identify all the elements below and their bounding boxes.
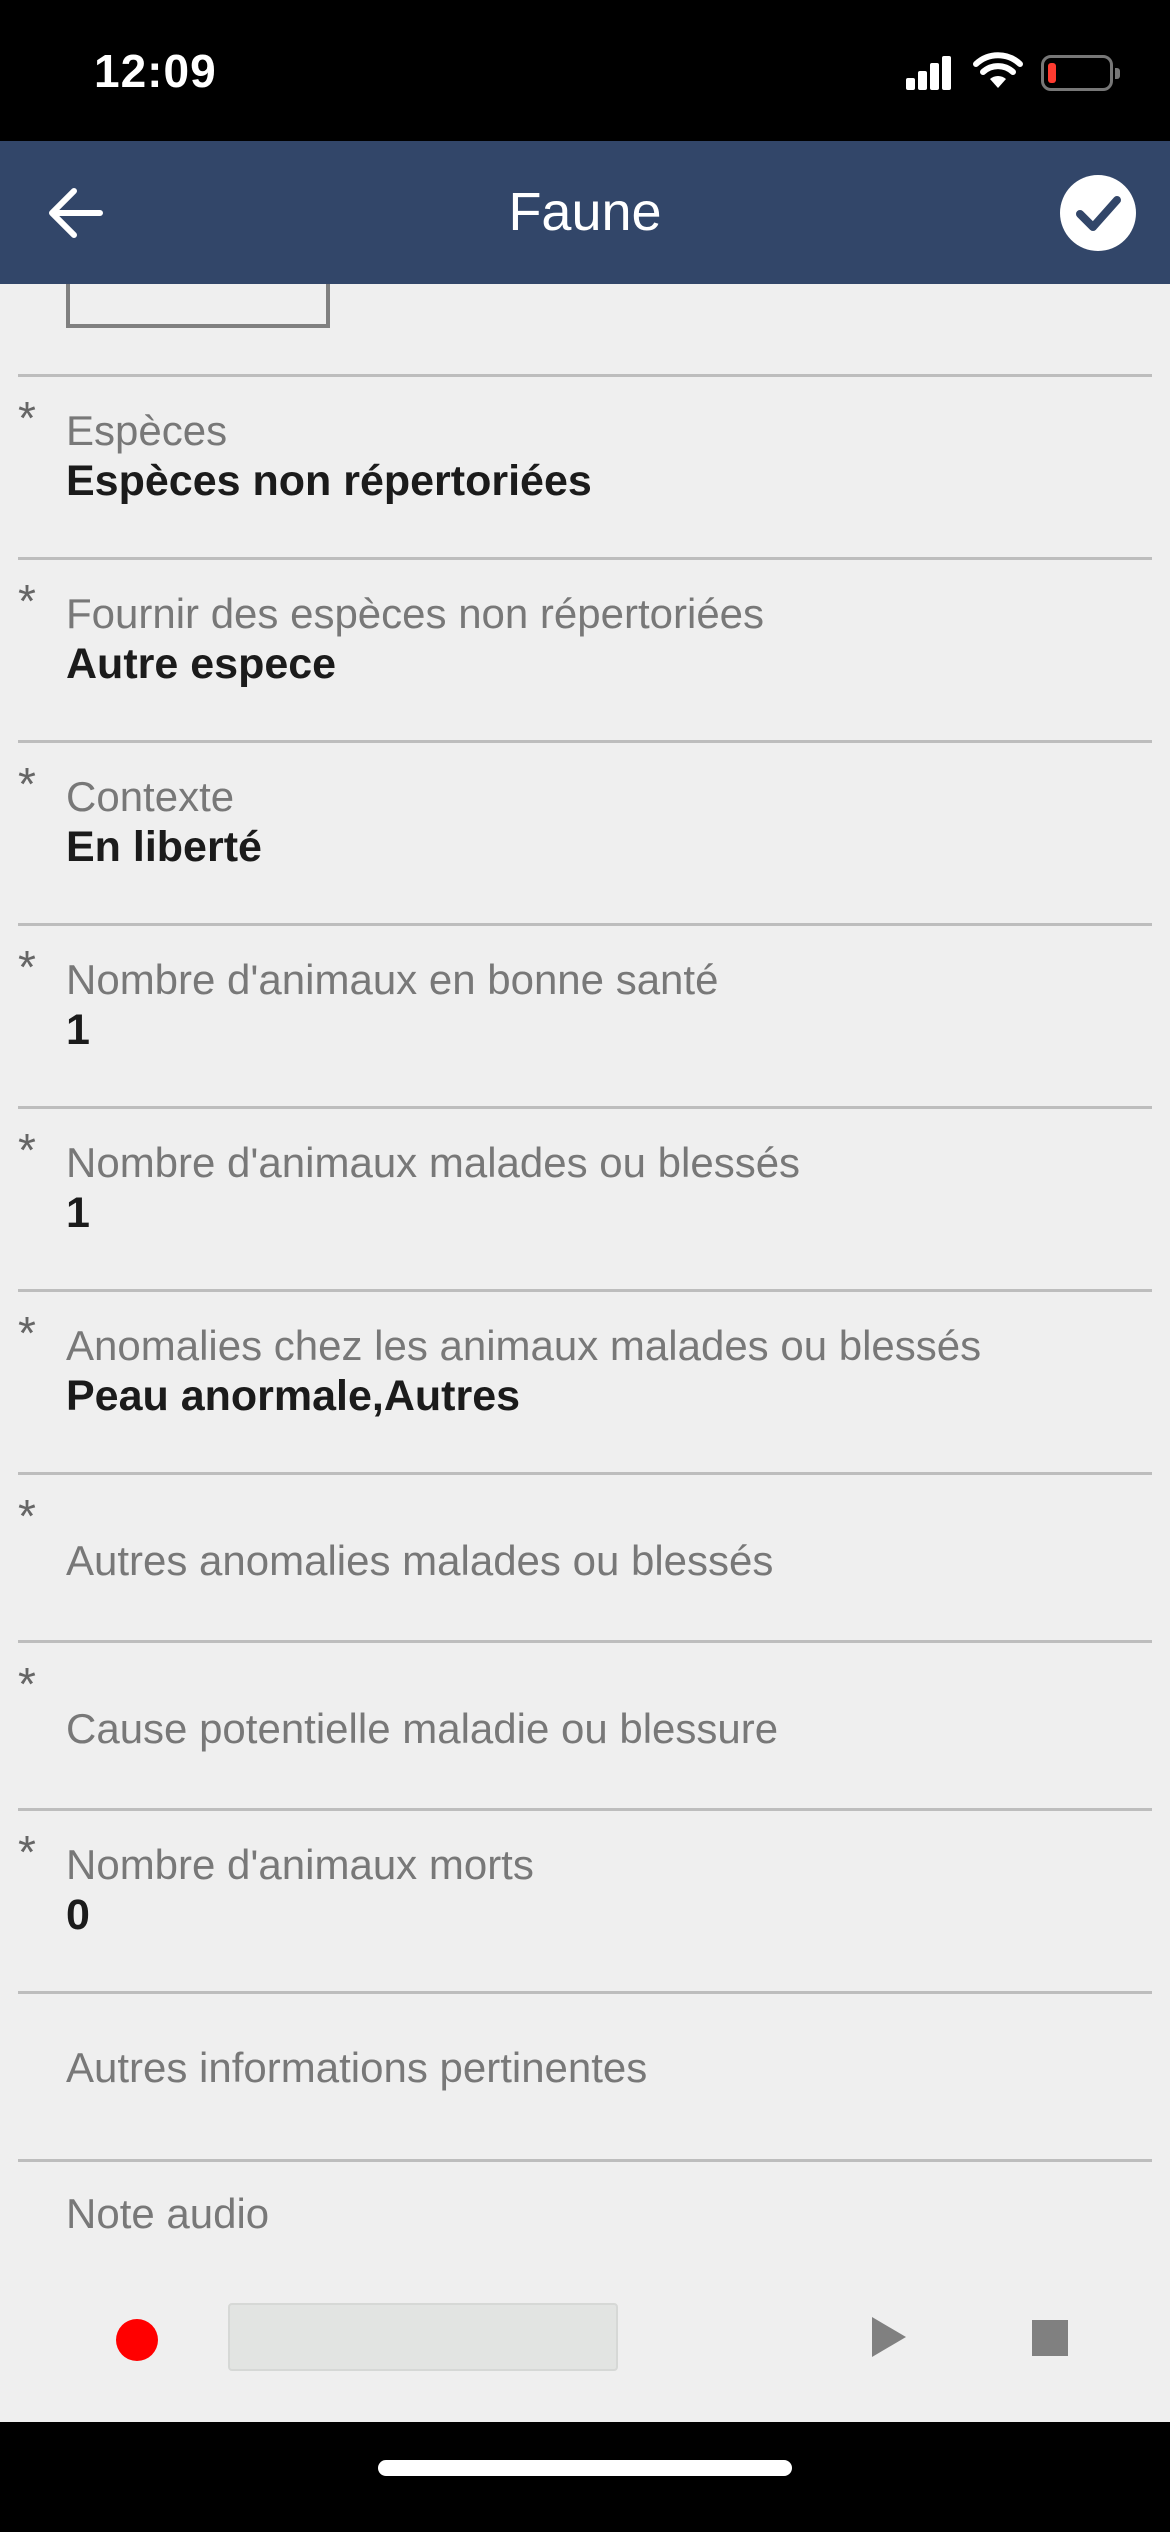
field-value: 1 [66,1006,90,1054]
field-label: Autres informations pertinentes [66,2044,648,2091]
field-value: Espèces non répertoriées [66,457,592,505]
wifi-icon [973,52,1023,88]
field-label: Nombre d'animaux en bonne santé [66,956,719,1003]
audio-note: Note audio [18,2159,1152,2422]
field-autres-anomalies[interactable]: * Autres anomalies malades ou blessés [18,1472,1152,1640]
field-especes[interactable]: * Espèces Espèces non répertoriées [18,374,1152,557]
required-marker: * [18,575,36,627]
field-value: Peau anormale,Autres [66,1372,521,1420]
audio-progress-track[interactable] [228,2303,618,2371]
field-contexte[interactable]: * Contexte En liberté [18,740,1152,923]
play-icon[interactable] [872,2317,906,2357]
required-marker: * [18,1826,36,1878]
field-value: Autre espece [66,640,337,688]
field-autres-informations[interactable]: Autres informations pertinentes [18,1991,1152,2159]
field-value: 1 [66,1189,90,1237]
field-animaux-bonne-sante[interactable]: * Nombre d'animaux en bonne santé 1 [18,923,1152,1106]
required-marker: * [18,392,36,444]
home-area [0,2422,1170,2532]
field-label: Autres anomalies malades ou blessés [66,1537,774,1584]
field-animaux-malades[interactable]: * Nombre d'animaux malades ou blessés 1 [18,1106,1152,1289]
home-indicator[interactable] [378,2460,792,2476]
cellular-signal-icon [906,56,952,90]
field-cause-potentielle[interactable]: * Cause potentielle maladie ou blessure [18,1640,1152,1808]
field-value: En liberté [66,823,262,871]
audio-note-label: Note audio [66,2190,270,2237]
stop-icon[interactable] [1032,2320,1068,2356]
required-marker: * [18,1307,36,1359]
field-label: Espèces [66,407,228,454]
status-bar: 12:09 [0,0,1170,141]
field-especes-non-repertoriees[interactable]: * Fournir des espèces non répertoriées A… [18,557,1152,740]
field-value: 0 [66,1891,90,1939]
field-label: Nombre d'animaux malades ou blessés [66,1139,801,1186]
form-content: * Espèces Espèces non répertoriées * Fou… [0,284,1170,2422]
field-label: Fournir des espèces non répertoriées [66,590,765,637]
status-time: 12:09 [94,45,217,97]
photo-thumbnail[interactable] [66,284,330,328]
field-label: Contexte [66,773,235,820]
field-label: Nombre d'animaux morts [66,1841,534,1888]
field-label: Anomalies chez les animaux malades ou bl… [66,1322,982,1369]
field-animaux-morts[interactable]: * Nombre d'animaux morts 0 [18,1808,1152,1991]
page-title: Faune [508,182,662,242]
field-anomalies[interactable]: * Anomalies chez les animaux malades ou … [18,1289,1152,1472]
field-list: * Espèces Espèces non répertoriées * Fou… [18,374,1152,2422]
required-marker: * [18,1658,36,1710]
required-marker: * [18,1490,36,1542]
required-marker: * [18,941,36,993]
navigation-bar: Faune [0,141,1170,284]
checkmark-circle-icon[interactable] [1060,175,1136,251]
required-marker: * [18,1124,36,1176]
battery-low-icon [1041,55,1120,91]
record-icon[interactable] [116,2319,158,2361]
required-marker: * [18,758,36,810]
field-label: Cause potentielle maladie ou blessure [66,1705,779,1752]
